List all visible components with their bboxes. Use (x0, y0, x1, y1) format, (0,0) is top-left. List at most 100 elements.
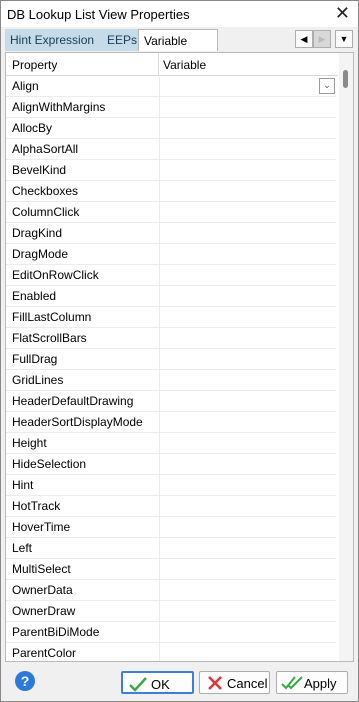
variable-cell[interactable] (159, 475, 337, 495)
ok-button[interactable]: OK (121, 671, 194, 694)
property-name: Hint (12, 478, 34, 492)
header-variable[interactable]: Variable (163, 58, 206, 72)
table-row[interactable]: AlignWithMargins (6, 97, 336, 118)
property-name: Height (12, 436, 47, 450)
table-row[interactable]: MultiSelect (6, 559, 336, 580)
property-name: ParentBiDiMode (12, 625, 100, 639)
property-name: BevelKind (12, 163, 67, 177)
variable-cell[interactable] (159, 643, 337, 661)
double-checkmark-icon (281, 676, 303, 690)
table-row[interactable]: Checkboxes (6, 181, 336, 202)
title-bar: DB Lookup List View Properties ✕ (1, 1, 358, 27)
table-row[interactable]: HeaderSortDisplayMode (6, 412, 336, 433)
table-row[interactable]: OwnerData (6, 580, 336, 601)
variable-cell[interactable] (159, 349, 337, 369)
vertical-scrollbar[interactable] (339, 53, 353, 661)
table-row[interactable]: FillLastColumn (6, 307, 336, 328)
variable-cell[interactable] (159, 601, 337, 621)
table-row[interactable]: BevelKind (6, 160, 336, 181)
tab-hint-expression[interactable]: Hint Expression (5, 29, 102, 51)
variable-cell[interactable] (159, 118, 337, 138)
variable-cell[interactable] (159, 181, 337, 201)
variable-cell[interactable] (159, 559, 337, 579)
table-row[interactable]: OwnerDraw (6, 601, 336, 622)
property-name: Enabled (12, 289, 57, 303)
apply-label: Apply (304, 676, 337, 691)
property-name: ParentColor (12, 646, 77, 660)
variable-cell[interactable] (159, 328, 337, 348)
table-row[interactable]: ParentBiDiMode (6, 622, 336, 643)
table-row[interactable]: FlatScrollBars (6, 328, 336, 349)
table-row[interactable]: HeaderDefaultDrawing (6, 391, 336, 412)
property-name: OwnerDraw (12, 604, 76, 618)
variable-cell[interactable] (159, 622, 337, 642)
table-row[interactable]: ColumnClick (6, 202, 336, 223)
properties-dialog: DB Lookup List View Properties ✕ Hint Ex… (0, 0, 359, 702)
property-name: FillLastColumn (12, 310, 92, 324)
table-row[interactable]: Align ⌄ (6, 76, 336, 97)
variable-cell[interactable] (159, 97, 337, 117)
ok-label: OK (151, 677, 170, 692)
table-row[interactable]: HoverTime (6, 517, 336, 538)
table-row[interactable]: FullDrag (6, 349, 336, 370)
checkmark-icon (129, 677, 147, 692)
variable-cell[interactable] (159, 412, 337, 432)
variable-cell[interactable] (159, 307, 337, 327)
variable-cell[interactable] (159, 454, 337, 474)
tab-variable-links[interactable]: Variable Links (138, 29, 218, 70)
tab-dropdown-icon[interactable]: ▼ (335, 30, 353, 48)
variable-cell[interactable] (159, 391, 337, 411)
variable-cell[interactable] (159, 286, 337, 306)
property-name: Align (12, 79, 39, 93)
tab-scroll-right-icon[interactable]: ▶ (313, 30, 331, 48)
variable-cell[interactable] (159, 580, 337, 600)
variable-cell[interactable]: ⌄ (159, 76, 337, 96)
property-name: HoverTime (12, 520, 71, 534)
chevron-down-icon[interactable]: ⌄ (319, 78, 335, 94)
variable-cell[interactable] (159, 370, 337, 390)
variable-cell[interactable] (159, 223, 337, 243)
variable-cell[interactable] (159, 139, 337, 159)
property-name: AlphaSortAll (12, 142, 79, 156)
table-row[interactable]: EditOnRowClick (6, 265, 336, 286)
dialog-footer: ? OK Cancel Apply (1, 665, 358, 701)
tab-eeps[interactable]: EEPs (102, 29, 138, 51)
variable-cell[interactable] (159, 160, 337, 180)
header-property[interactable]: Property (12, 58, 57, 72)
property-name: MultiSelect (12, 562, 71, 576)
property-name: Checkboxes (12, 184, 79, 198)
help-icon[interactable]: ? (15, 671, 35, 691)
grid-rows: Align ⌄ AlignWithMargins AllocBy AlphaSortAl… (6, 76, 337, 661)
variable-cell[interactable] (159, 202, 337, 222)
property-grid: Property Variable Align ⌄ AlignWithMargins… (5, 52, 354, 662)
variable-cell[interactable] (159, 244, 337, 264)
table-row[interactable]: DragKind (6, 223, 336, 244)
variable-cell[interactable] (159, 538, 337, 558)
cancel-label: Cancel (227, 676, 268, 691)
table-row[interactable]: Hint (6, 475, 336, 496)
variable-cell[interactable] (159, 517, 337, 537)
variable-cell[interactable] (159, 265, 337, 285)
tab-scroll-left-icon[interactable]: ◀ (295, 30, 313, 48)
header-divider[interactable] (158, 53, 159, 75)
table-row[interactable]: ParentColor (6, 643, 337, 661)
grid-header: Property Variable (6, 53, 338, 76)
variable-cell[interactable] (159, 433, 337, 453)
variable-cell[interactable] (159, 496, 337, 516)
property-name: Left (12, 541, 33, 555)
table-row[interactable]: GridLines (6, 370, 336, 391)
table-row[interactable]: AlphaSortAll (6, 139, 336, 160)
table-row[interactable]: HideSelection (6, 454, 336, 475)
apply-button[interactable]: Apply (276, 671, 348, 694)
table-row[interactable]: Left (6, 538, 336, 559)
close-icon[interactable]: ✕ (335, 3, 350, 23)
scrollbar-thumb[interactable] (343, 70, 348, 88)
table-row[interactable]: DragMode (6, 244, 336, 265)
window-title: DB Lookup List View Properties (7, 7, 190, 22)
table-row[interactable]: Height (6, 433, 336, 454)
table-row[interactable]: AllocBy (6, 118, 336, 139)
table-row[interactable]: Enabled (6, 286, 336, 307)
table-row[interactable]: HotTrack (6, 496, 336, 517)
property-name: AllocBy (12, 121, 53, 135)
cancel-button[interactable]: Cancel (199, 671, 270, 694)
